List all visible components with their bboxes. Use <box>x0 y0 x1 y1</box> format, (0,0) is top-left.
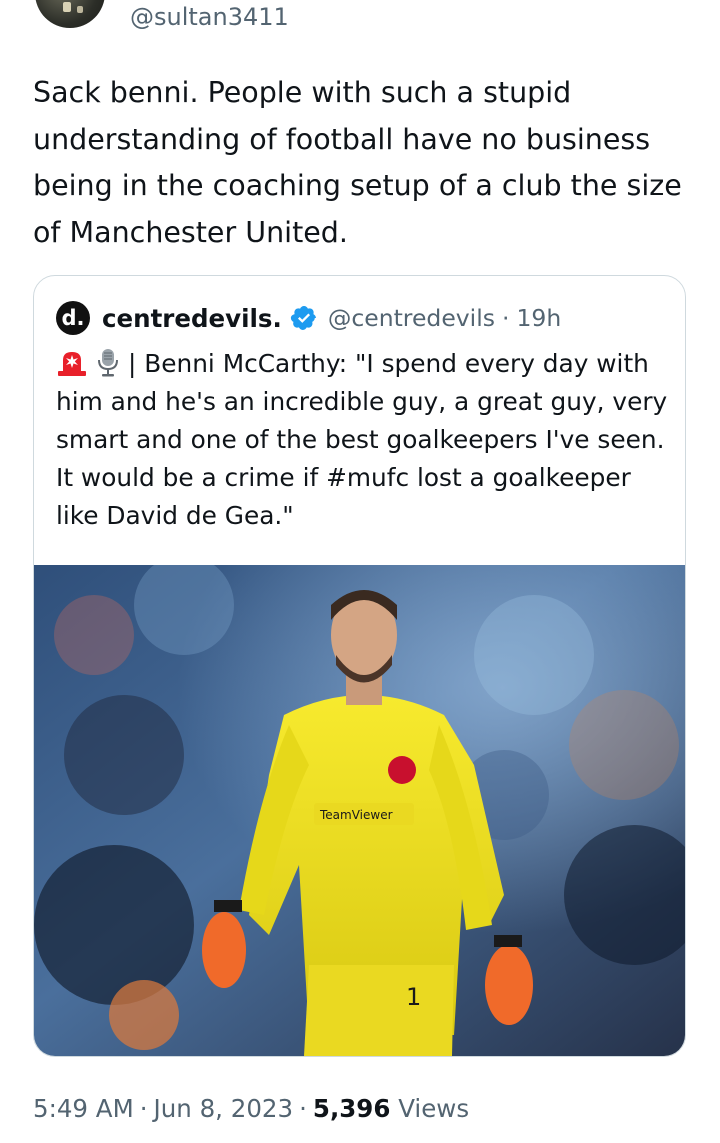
avatar-detail <box>63 2 71 12</box>
quoted-timestamp[interactable]: 19h <box>516 304 561 332</box>
tweet-date[interactable]: Jun 8, 2023 <box>154 1094 294 1123</box>
quoted-tweet-text: | Benni McCarthy: "I spend every day wit… <box>56 345 668 535</box>
quoted-tweet-header: d. centredevils. @centredevils · 19h <box>56 300 561 336</box>
quoted-author-avatar[interactable]: d. <box>56 301 90 335</box>
verified-badge-icon <box>290 306 316 330</box>
meta-separator: · <box>502 304 510 332</box>
author-avatar[interactable] <box>35 0 105 28</box>
tweet-detail-page: @sultan3411 Sack benni. People with such… <box>0 0 720 1143</box>
views-count[interactable]: 5,396 <box>313 1094 391 1123</box>
tweet-text: Sack benni. People with such a stupid un… <box>33 76 682 249</box>
quoted-author-handle[interactable]: @centredevils <box>328 304 495 332</box>
tweet-time[interactable]: 5:49 AM <box>33 1094 134 1123</box>
sponsor-text: TeamViewer <box>319 808 393 822</box>
quoted-tweet-card[interactable]: d. centredevils. @centredevils · 19h | B… <box>33 275 686 1057</box>
shorts-number: 1 <box>406 983 421 1011</box>
tweet-footer: 5:49 AM · Jun 8, 2023 · 5,396 Views <box>33 1091 469 1127</box>
author-handle[interactable]: @sultan3411 <box>130 2 289 32</box>
views-label: Views <box>398 1094 470 1123</box>
avatar-detail <box>77 6 83 13</box>
siren-icon <box>58 352 86 376</box>
microphone-icon <box>98 349 118 377</box>
quoted-text-body: | Benni McCarthy: "I spend every day wit… <box>56 349 668 530</box>
footer-separator: · <box>139 1094 148 1123</box>
footer-separator: · <box>299 1094 307 1123</box>
quoted-author-name[interactable]: centredevils. <box>102 304 282 333</box>
goalkeeper-photo: TeamViewer 1 <box>34 565 685 1056</box>
quoted-tweet-photo[interactable]: TeamViewer 1 <box>34 565 685 1056</box>
